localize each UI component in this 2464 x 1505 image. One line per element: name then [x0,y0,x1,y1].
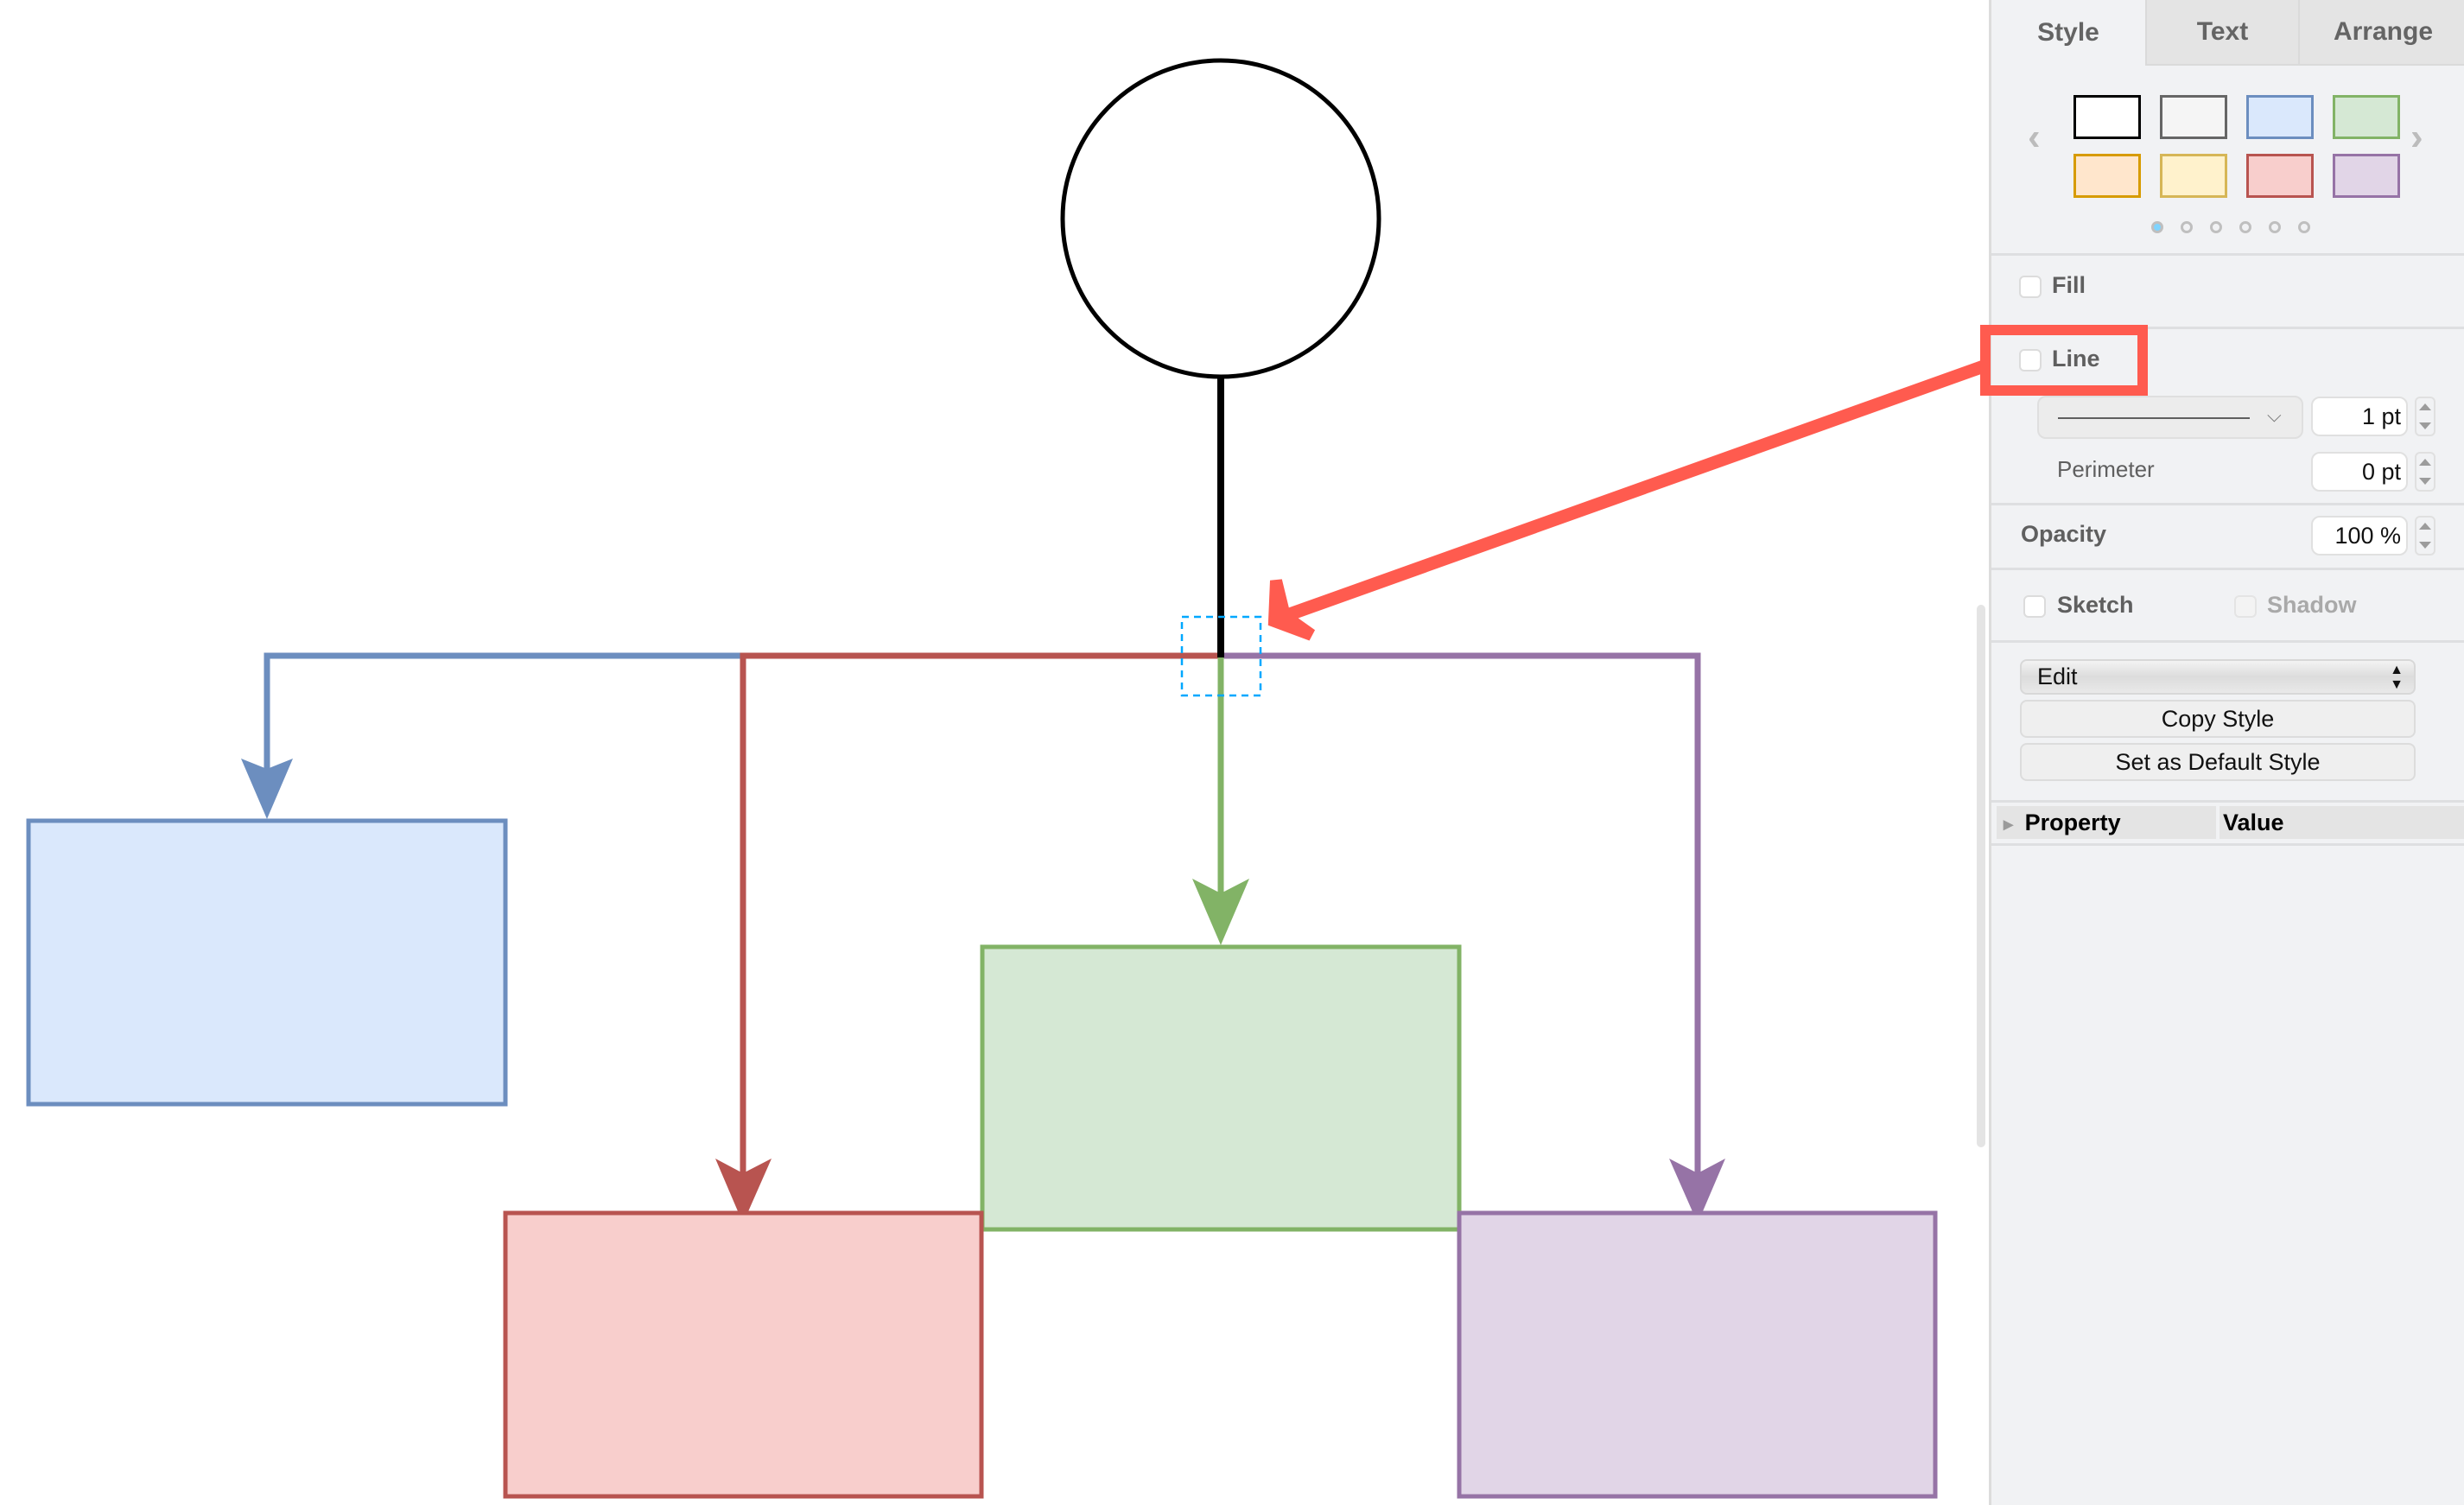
format-tabs: Style Text Arrange [1991,0,2464,66]
sketch-label: Sketch [2057,592,2134,618]
stepper-down-icon[interactable] [2419,478,2431,485]
red-box-shape[interactable] [503,1210,984,1499]
perimeter-label: Perimeter [2057,456,2155,482]
copy-style-button[interactable]: Copy Style [2020,700,2416,738]
divider [1991,843,2464,846]
opacity-label: Opacity [2021,521,2107,547]
divider [1991,503,2464,505]
stepper-down-icon[interactable] [2419,422,2431,429]
style-swatch[interactable] [2073,95,2141,139]
shadow-checkbox[interactable] [2234,595,2257,618]
chevron-down-icon: ⌵ [2267,404,2282,426]
annotation-highlight-box [1980,325,2148,396]
line-width-input[interactable]: 1 pt [2311,397,2408,436]
stepper-up-icon[interactable] [2419,459,2431,466]
swatch-page-dot[interactable] [2210,221,2222,233]
purple-box-shape[interactable] [1457,1210,1938,1499]
tab-text[interactable]: Text [2145,0,2298,66]
stepper-down-icon[interactable] [2419,542,2431,549]
opacity-stepper[interactable] [2415,516,2435,556]
divider [1991,568,2464,570]
swatch-page-dot[interactable] [2181,221,2193,233]
chevron-left-icon[interactable]: ‹ [2028,116,2041,159]
style-swatch[interactable] [2246,95,2314,139]
style-swatch[interactable] [2160,154,2227,198]
blue-box-shape[interactable] [26,818,508,1107]
line-pattern-dropdown[interactable]: ⌵ [2037,396,2303,439]
swatch-page-dot[interactable] [2298,221,2310,233]
property-column-header[interactable]: ▸ Property [1997,806,2216,839]
opacity-input[interactable]: 100 % [2311,516,2408,556]
style-swatch[interactable] [2160,95,2227,139]
swatch-page-dot[interactable] [2269,221,2281,233]
swatch-page-dot[interactable] [2151,221,2163,233]
divider [1991,800,2464,803]
stepper-up-icon[interactable] [2419,403,2431,410]
shadow-label: Shadow [2267,592,2357,618]
annotation-arrow [1267,359,1986,641]
canvas-vertical-scrollbar[interactable] [1977,605,1985,1147]
divider [1991,253,2464,256]
fill-label: Fill [2052,272,2086,298]
format-panel: Style Text Arrange ‹ › Fill Line ⌵ 1 pt … [1989,0,2464,1505]
tab-style[interactable]: Style [1991,0,2145,66]
property-header-label: Property [2024,810,2121,835]
value-column-header: Value [2220,806,2464,839]
tab-arrange[interactable]: Arrange [2298,0,2464,66]
perimeter-stepper[interactable] [2415,452,2435,492]
chevron-right-icon[interactable]: › [2410,116,2423,159]
green-box-shape[interactable] [980,944,1462,1232]
edit-select-value: Edit [2037,664,2078,689]
annotation-arrow-shaft [1285,359,1986,622]
fill-checkbox[interactable] [2019,276,2042,298]
value-header-label: Value [2223,810,2284,835]
swatch-page-dot[interactable] [2239,221,2251,233]
stepper-up-icon[interactable] [2419,523,2431,530]
diagram-canvas[interactable] [0,0,1989,1505]
line-pattern-sample [2058,417,2250,419]
root-circle-shape[interactable] [1060,58,1381,379]
style-swatch[interactable] [2073,154,2141,198]
diagram-svg [26,58,1986,1499]
select-arrows-icon: ▲ ▼ [2390,663,2404,692]
perimeter-input[interactable]: 0 pt [2311,452,2408,492]
line-width-stepper[interactable] [2415,397,2435,436]
style-swatch[interactable] [2246,154,2314,198]
edit-style-select[interactable]: Edit ▲ ▼ [2020,659,2416,695]
expand-triangle-icon[interactable]: ▸ [1997,813,2013,835]
divider [1991,640,2464,643]
style-swatch[interactable] [2333,154,2400,198]
sketch-checkbox[interactable] [2023,595,2046,618]
set-default-style-button[interactable]: Set as Default Style [2020,743,2416,781]
style-swatch[interactable] [2333,95,2400,139]
